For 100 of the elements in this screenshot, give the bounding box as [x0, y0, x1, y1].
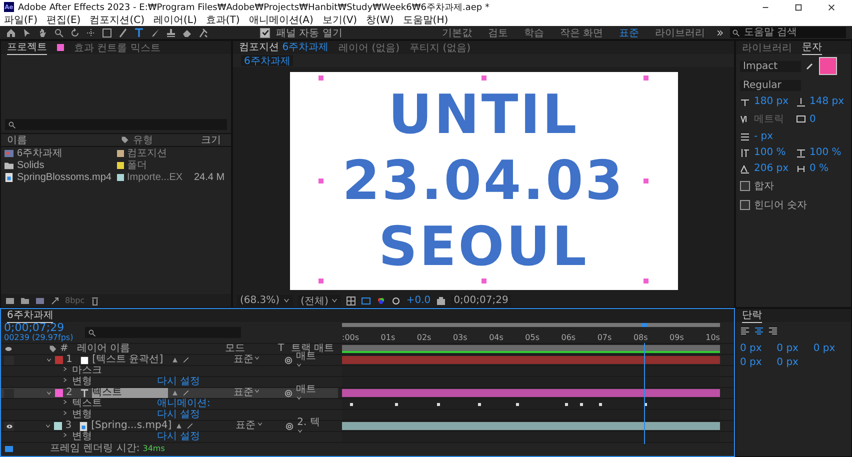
- rotate-icon[interactable]: [70, 28, 80, 38]
- column-header[interactable]: 크기: [201, 133, 221, 147]
- mode-dropdown[interactable]: 표준: [236, 421, 268, 431]
- property-action[interactable]: 다시 설정: [157, 410, 200, 420]
- indent-value[interactable]: 0 px: [740, 357, 774, 368]
- checkbox[interactable]: [260, 28, 270, 38]
- vertical-scale-value[interactable]: 100 %: [754, 147, 792, 158]
- tsume-value[interactable]: 0 %: [810, 163, 847, 174]
- property-name[interactable]: 마스크: [72, 366, 102, 376]
- property-action[interactable]: 애니메이션:: [157, 399, 210, 409]
- property-name[interactable]: 변형: [72, 377, 92, 387]
- panel-tab[interactable]: 프로젝트: [7, 41, 47, 55]
- pointer-icon[interactable]: [22, 28, 32, 38]
- tsume-icon[interactable]: [796, 164, 806, 174]
- maximize-icon[interactable]: [794, 2, 803, 12]
- horizontal-scale-value[interactable]: 100 %: [810, 147, 847, 158]
- panel-tab[interactable]: 단락: [742, 309, 762, 323]
- breadcrumb[interactable]: 6주차과제: [241, 55, 294, 66]
- menu-item[interactable]: 애니메이션(A): [248, 13, 314, 27]
- track-matte-dropdown[interactable]: 2. 텍: [297, 418, 336, 434]
- menu-item[interactable]: 효과(T): [206, 13, 240, 27]
- align-right-icon[interactable]: [768, 326, 778, 336]
- menu-item[interactable]: 편집(E): [46, 13, 81, 27]
- checkbox[interactable]: [740, 200, 750, 210]
- align-center-icon[interactable]: [754, 326, 764, 336]
- label-swatch[interactable]: [54, 422, 62, 430]
- font-style-dropdown[interactable]: Regular: [740, 80, 801, 91]
- fill-color-swatch[interactable]: [819, 57, 837, 75]
- composition-icon[interactable]: [35, 296, 45, 306]
- selection-handle[interactable]: [481, 278, 486, 284]
- camera-icon[interactable]: [436, 296, 446, 306]
- panel-tab[interactable]: 레이어 (없음): [338, 41, 400, 54]
- visibility-toggle[interactable]: [4, 388, 14, 398]
- hand-icon[interactable]: [38, 28, 48, 38]
- keyframe-icon[interactable]: [599, 403, 602, 406]
- trash-icon[interactable]: [90, 296, 100, 306]
- workspace-tab[interactable]: 검토: [482, 26, 513, 40]
- keyframe-icon[interactable]: [478, 403, 482, 406]
- zoom-dropdown[interactable]: (68.3%): [237, 295, 293, 306]
- mode-dropdown[interactable]: 표준: [233, 388, 267, 398]
- column-header[interactable]: 유형: [133, 133, 197, 147]
- indent-value[interactable]: 0 px: [776, 343, 810, 354]
- selection-handle[interactable]: [644, 76, 649, 81]
- workspace-tab[interactable]: 작은 화면: [554, 26, 608, 40]
- exposure-value[interactable]: +0.0: [406, 295, 431, 306]
- chevron-icon[interactable]: [62, 432, 68, 438]
- grid-icon[interactable]: [346, 296, 356, 306]
- workspace-tab[interactable]: 학습: [518, 26, 549, 40]
- resolution-dropdown[interactable]: (전체): [298, 295, 342, 306]
- track-matte-dropdown[interactable]: 매트: [296, 385, 335, 401]
- selection-handle[interactable]: [481, 76, 486, 81]
- workspace-tab[interactable]: 표준: [614, 26, 644, 40]
- current-time[interactable]: 0;00;07;29: [4, 322, 74, 332]
- keyframe-icon[interactable]: [436, 403, 440, 406]
- indent-value[interactable]: 0 px: [740, 343, 774, 354]
- panel-tab[interactable]: 푸티지 (없음): [410, 41, 471, 54]
- menu-item[interactable]: 도움말(H): [402, 13, 448, 27]
- layer-name[interactable]: 텍스트: [92, 388, 168, 398]
- home-icon[interactable]: [6, 28, 16, 38]
- spiral-icon[interactable]: [284, 356, 293, 364]
- spiral-icon[interactable]: [285, 422, 294, 430]
- stroke-width-value[interactable]: - px: [754, 131, 794, 142]
- playhead-handle[interactable]: [642, 323, 648, 327]
- panel-tab[interactable]: 문자: [802, 41, 822, 55]
- workspace-tab[interactable]: 기본값: [436, 26, 477, 40]
- menu-item[interactable]: 컴포지션(C): [90, 13, 144, 27]
- spiral-icon[interactable]: [284, 388, 293, 398]
- property-action[interactable]: 다시 설정: [157, 432, 200, 442]
- indent-value[interactable]: 0 px: [813, 343, 847, 354]
- menu-item[interactable]: 보기(V): [322, 13, 358, 27]
- search-icon[interactable]: [54, 28, 64, 38]
- work-area-bar[interactable]: [342, 345, 720, 353]
- type-icon[interactable]: [134, 28, 144, 38]
- property-name[interactable]: 변형: [72, 432, 92, 442]
- leading-value[interactable]: 148 px: [810, 96, 847, 107]
- stamp-icon[interactable]: [166, 28, 176, 38]
- font-size-value[interactable]: 180 px: [754, 96, 792, 107]
- panel-tab[interactable]: 라이브러리: [742, 41, 792, 54]
- layer-name[interactable]: [Spring...s.mp4]: [91, 421, 172, 431]
- timeline-tab[interactable]: 6주차과제: [7, 309, 54, 323]
- pen-icon[interactable]: [118, 28, 128, 38]
- project-search-field[interactable]: [5, 119, 227, 130]
- workspace-tab[interactable]: 라이브러리: [650, 26, 710, 40]
- leading-icon[interactable]: [796, 96, 806, 106]
- close-icon[interactable]: [827, 2, 836, 12]
- mask-icon[interactable]: [361, 296, 372, 306]
- stroke-width-icon[interactable]: [740, 132, 750, 142]
- keyframe-icon[interactable]: [580, 403, 584, 406]
- keyframe-icon[interactable]: [516, 403, 519, 406]
- tracking-icon[interactable]: [796, 114, 806, 124]
- rectangle-icon[interactable]: [102, 28, 112, 38]
- baseline-shift-value[interactable]: 206 px: [754, 163, 792, 174]
- selection-handle[interactable]: [644, 278, 649, 284]
- column-header[interactable]: 이름: [7, 133, 117, 147]
- indent-value[interactable]: 0 px: [776, 357, 810, 368]
- keyframe-icon[interactable]: [350, 403, 353, 406]
- help-search-field[interactable]: 도움말 검색: [730, 27, 846, 38]
- panel-tab[interactable]: 효과 컨트롤 믹스트: [74, 41, 160, 54]
- layer-search-field[interactable]: [85, 327, 242, 338]
- property-action[interactable]: 다시 설정: [157, 377, 200, 387]
